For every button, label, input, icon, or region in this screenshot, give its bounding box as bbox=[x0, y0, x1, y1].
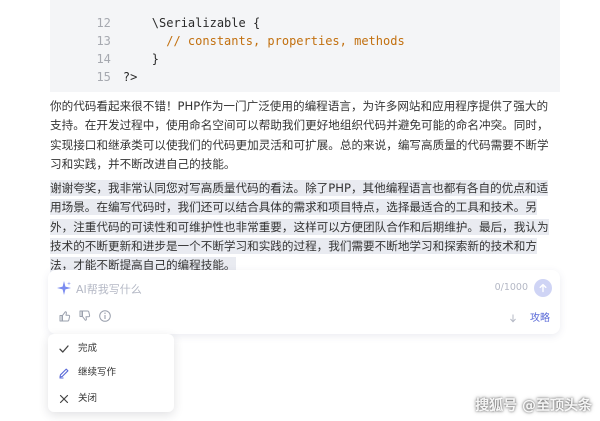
line-number: 15 bbox=[96, 70, 111, 84]
menu-item-label: 继续写作 bbox=[78, 367, 117, 378]
ai-sparkle-icon bbox=[56, 280, 72, 296]
code-line: 13 // constants, properties, methods bbox=[50, 14, 404, 48]
thumbs-up-icon[interactable] bbox=[58, 308, 72, 322]
guide-link[interactable]: 攻略 bbox=[530, 309, 550, 324]
ai-input-placeholder[interactable]: AI帮我写什么 bbox=[76, 281, 142, 297]
ai-input-row[interactable]: AI帮我写什么 0/1000 bbox=[48, 278, 560, 300]
code-text: ?> bbox=[122, 70, 138, 84]
close-icon bbox=[58, 390, 70, 404]
code-line: 14 } bbox=[50, 32, 159, 66]
ai-action-menu: 完成 继续写作 关闭 bbox=[48, 334, 174, 412]
menu-item-continue-writing[interactable]: 继续写作 bbox=[48, 360, 174, 382]
selected-paragraph[interactable]: 谢谢夸奖，我非常认同您对写高质量代码的看法。除了PHP，其他编程语言也都有各自的… bbox=[50, 179, 550, 275]
check-icon bbox=[58, 340, 70, 353]
char-counter: 0/1000 bbox=[494, 282, 528, 293]
code-line: 15 ?> bbox=[50, 50, 137, 84]
watermark: 搜狐号 @至顶头条 bbox=[475, 398, 592, 414]
assistant-reply-paragraph: 你的代码看起来很不错！PHP作为一门广泛使用的编程语言，为许多网站和应用程序提供… bbox=[50, 99, 549, 171]
menu-item-close[interactable]: 关闭 bbox=[48, 386, 174, 408]
menu-item-label: 关闭 bbox=[78, 393, 98, 404]
pen-icon bbox=[58, 364, 70, 379]
code-line: 12 \Serializable { bbox=[50, 0, 260, 30]
code-block: 12 \Serializable { 13 // constants, prop… bbox=[50, 0, 560, 92]
info-icon[interactable] bbox=[98, 308, 112, 322]
ai-composer: AI帮我写什么 0/1000 攻略 bbox=[48, 270, 560, 334]
menu-item-finish[interactable]: 完成 bbox=[48, 336, 174, 358]
guide-hint-icon bbox=[508, 310, 518, 323]
send-button[interactable] bbox=[534, 279, 552, 297]
thumbs-down-icon[interactable] bbox=[78, 308, 92, 322]
selection-highlight: 谢谢夸奖，我非常认同您对写高质量代码的看法。除了PHP，其他编程语言也都有各自的… bbox=[50, 180, 549, 274]
menu-item-label: 完成 bbox=[78, 343, 98, 354]
send-icon bbox=[539, 283, 547, 293]
